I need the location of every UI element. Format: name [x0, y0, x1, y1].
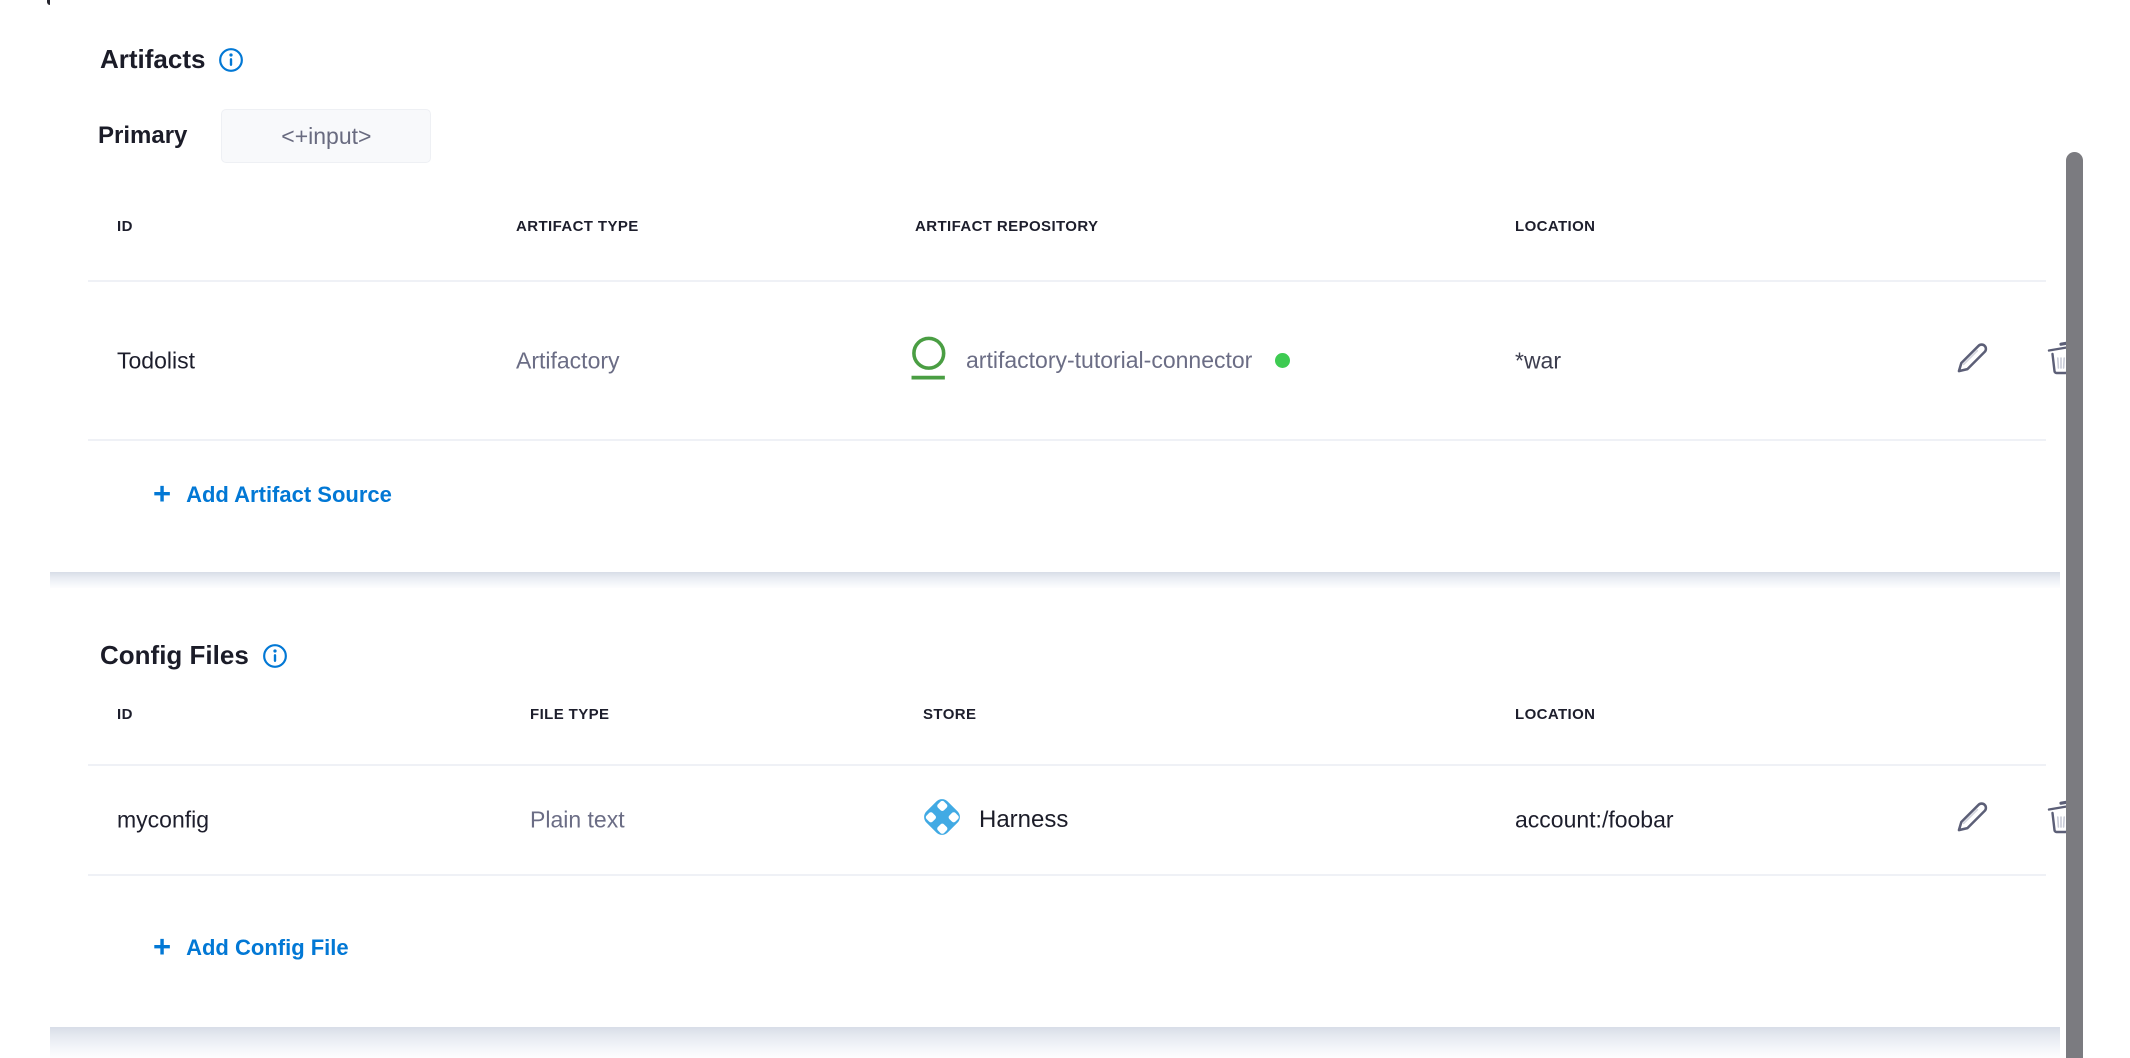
- add-config-file-button[interactable]: + Add Config File: [153, 935, 349, 961]
- artifactory-connector-icon: [905, 333, 949, 388]
- section-divider-shadow: [50, 572, 2060, 588]
- vertical-scrollbar-thumb[interactable]: [2066, 152, 2083, 1058]
- artifacts-section: Artifacts Primary <+input> ID ARTIFACT T…: [50, 0, 2060, 572]
- config-location: account:/foobar: [1515, 806, 1674, 833]
- edit-config-file-button[interactable]: [1948, 797, 1994, 843]
- artifacts-title: Artifacts: [100, 44, 205, 75]
- pencil-icon: [1950, 337, 1992, 384]
- primary-artifact-row: Primary <+input>: [98, 108, 431, 164]
- bottom-shadow: [50, 1027, 2060, 1058]
- green-dot-icon: [1275, 353, 1290, 368]
- config-file-row: myconfig Plain text Harness account:/foo…: [50, 765, 2060, 874]
- config-row-divider: [88, 874, 2046, 876]
- artifact-source-row: Todolist Artifactory artifactory-tutoria…: [50, 282, 2060, 439]
- artifacts-col-repository: ARTIFACT REPOSITORY: [915, 218, 1098, 235]
- artifact-location: *war: [1515, 347, 1561, 374]
- config-files-section: Config Files ID FILE TYPE STORE LOCATION…: [50, 588, 2060, 1027]
- config-store-cell: Harness: [918, 765, 1068, 874]
- runtime-input-value: <+input>: [281, 123, 371, 150]
- connector-name: artifactory-tutorial-connector: [966, 347, 1252, 374]
- config-col-id: ID: [117, 706, 133, 723]
- edit-artifact-button[interactable]: [1948, 338, 1994, 384]
- config-files-title: Config Files: [100, 640, 249, 671]
- config-file-type: Plain text: [530, 806, 625, 833]
- add-config-file-label: Add Config File: [186, 935, 349, 961]
- pencil-icon: [1950, 796, 1992, 843]
- artifacts-row-divider: [88, 439, 2046, 441]
- plus-icon: +: [153, 481, 171, 507]
- add-artifact-source-button[interactable]: + Add Artifact Source: [153, 482, 392, 508]
- artifact-id: Todolist: [117, 347, 195, 374]
- artifacts-col-id: ID: [117, 218, 133, 235]
- info-icon[interactable]: [218, 47, 244, 73]
- artifact-type: Artifactory: [516, 347, 620, 374]
- harness-icon: [918, 793, 966, 846]
- info-icon[interactable]: [262, 643, 288, 669]
- primary-artifact-runtime-input[interactable]: <+input>: [221, 109, 431, 163]
- config-id: myconfig: [117, 806, 209, 833]
- store-name: Harness: [979, 806, 1068, 834]
- config-col-file-type: FILE TYPE: [530, 706, 609, 723]
- artifact-repository-cell: artifactory-tutorial-connector: [905, 282, 1290, 439]
- artifacts-section-header: Artifacts: [100, 44, 244, 75]
- primary-label: Primary: [98, 122, 187, 150]
- plus-icon: +: [153, 934, 171, 960]
- config-files-section-header: Config Files: [100, 640, 288, 671]
- artifacts-col-location: LOCATION: [1515, 218, 1595, 235]
- add-artifact-source-label: Add Artifact Source: [186, 482, 392, 508]
- config-col-store: STORE: [923, 706, 976, 723]
- artifacts-col-type: ARTIFACT TYPE: [516, 218, 639, 235]
- config-col-location: LOCATION: [1515, 706, 1595, 723]
